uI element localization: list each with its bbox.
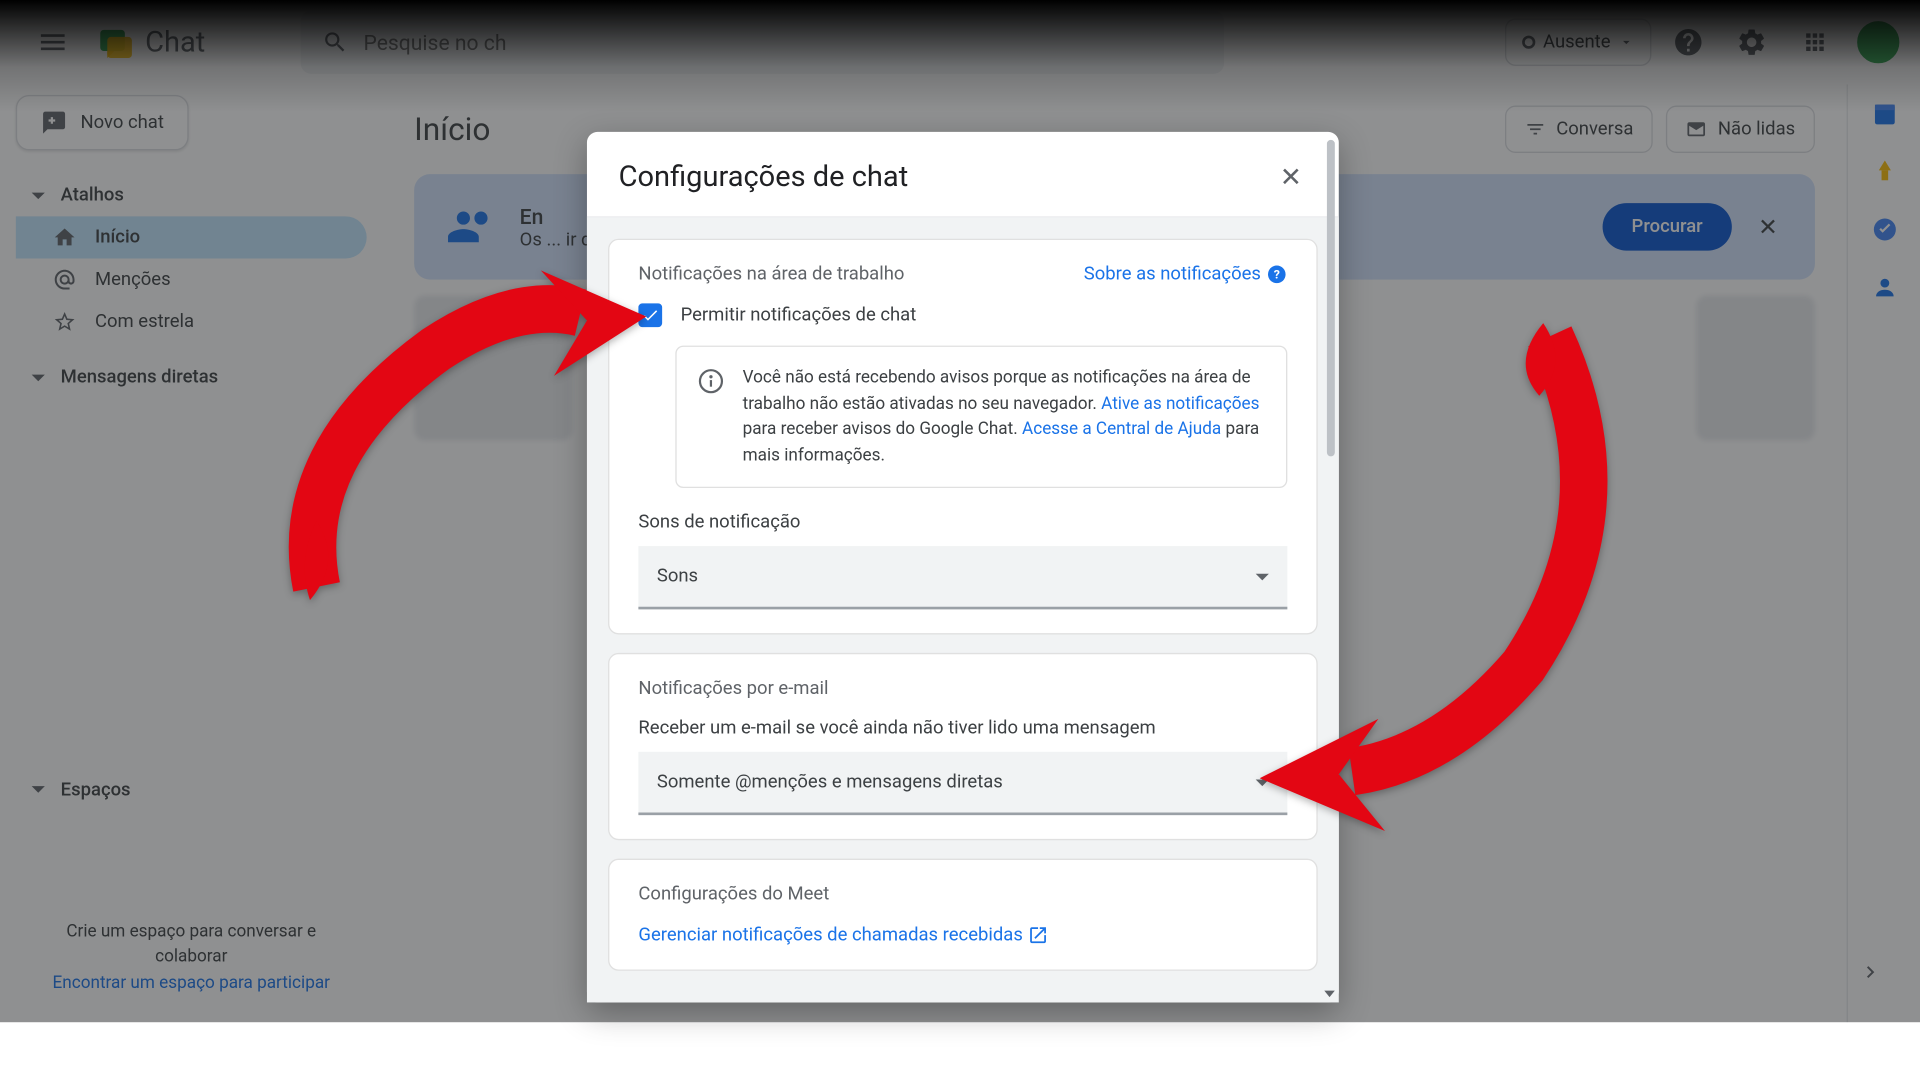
checkbox-label: Permitir notificações de chat bbox=[681, 305, 917, 326]
section-title: Notificações por e-mail bbox=[638, 678, 1287, 699]
help-circle-icon: ? bbox=[1266, 264, 1287, 285]
about-notifications-link[interactable]: Sobre as notificações ? bbox=[1084, 264, 1288, 285]
external-link-icon bbox=[1028, 925, 1049, 946]
allow-notifications-checkbox[interactable] bbox=[638, 303, 662, 327]
sounds-dropdown[interactable]: Sons bbox=[638, 546, 1287, 609]
enable-notifications-link[interactable]: Ative as notificações bbox=[1101, 394, 1259, 414]
section-title: Configurações do Meet bbox=[638, 884, 1287, 905]
svg-text:?: ? bbox=[1274, 269, 1280, 283]
chevron-down-icon bbox=[1256, 573, 1269, 580]
scrollbar[interactable] bbox=[1327, 140, 1335, 457]
chevron-down-icon bbox=[1256, 779, 1269, 786]
email-notifications-card: Notificações por e-mail Receber um e-mai… bbox=[608, 653, 1318, 840]
scroll-down-icon bbox=[1324, 991, 1335, 998]
modal-title: Configurações de chat bbox=[619, 160, 909, 193]
email-frequency-dropdown[interactable]: Somente @menções e mensagens diretas bbox=[638, 752, 1287, 815]
modal-close-button[interactable]: ✕ bbox=[1274, 156, 1307, 198]
meet-settings-card: Configurações do Meet Gerenciar notifica… bbox=[608, 859, 1318, 971]
settings-modal: Configurações de chat ✕ Notificações na … bbox=[587, 132, 1339, 1003]
email-description: Receber um e-mail se você ainda não tive… bbox=[638, 718, 1287, 739]
info-banner: Você não está recebendo avisos porque as… bbox=[675, 346, 1287, 488]
section-title: Notificações na área de trabalho bbox=[638, 264, 904, 285]
sounds-label: Sons de notificação bbox=[638, 512, 1287, 533]
meet-notifications-link[interactable]: Gerenciar notificações de chamadas receb… bbox=[638, 925, 1049, 946]
checkmark-icon bbox=[641, 306, 659, 324]
desktop-notifications-card: Notificações na área de trabalho Sobre a… bbox=[608, 239, 1318, 635]
info-icon bbox=[698, 368, 724, 394]
help-center-link[interactable]: Acesse a Central de Ajuda bbox=[1022, 419, 1221, 439]
